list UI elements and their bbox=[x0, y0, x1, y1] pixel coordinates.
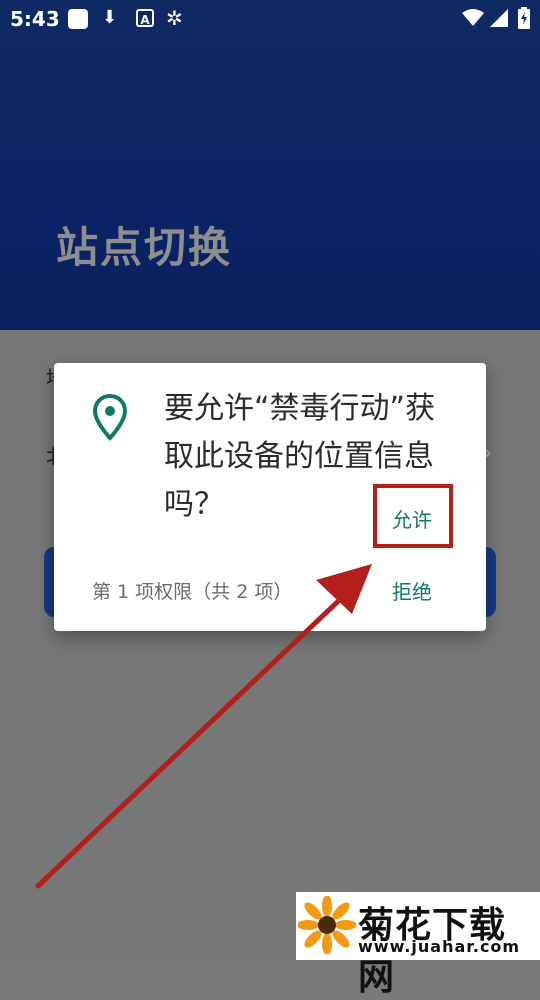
permission-count-text: 第 1 项权限（共 2 项） bbox=[92, 581, 293, 603]
location-pin-icon bbox=[92, 393, 128, 441]
bug-icon: ✲ bbox=[166, 6, 183, 30]
status-time: 5:43 bbox=[10, 7, 60, 31]
square-notification-icon bbox=[68, 9, 88, 29]
flower-logo-icon bbox=[298, 896, 356, 954]
annotation-highlight-box bbox=[373, 484, 453, 548]
wifi-icon bbox=[462, 9, 484, 26]
battery-icon bbox=[518, 7, 530, 29]
watermark-url: www.juahar.com bbox=[358, 937, 521, 956]
signal-icon bbox=[490, 9, 508, 27]
app-header bbox=[0, 0, 540, 330]
watermark-logo: 菊花下载网 www.juahar.com bbox=[296, 892, 540, 998]
status-bar: 5:43 ⬇ A ✲ bbox=[0, 0, 540, 38]
download-icon: ⬇ bbox=[102, 7, 118, 28]
text-a-icon: A bbox=[136, 9, 154, 27]
deny-button[interactable]: 拒绝 bbox=[392, 576, 432, 605]
page-title: 站点切换 bbox=[56, 223, 233, 272]
